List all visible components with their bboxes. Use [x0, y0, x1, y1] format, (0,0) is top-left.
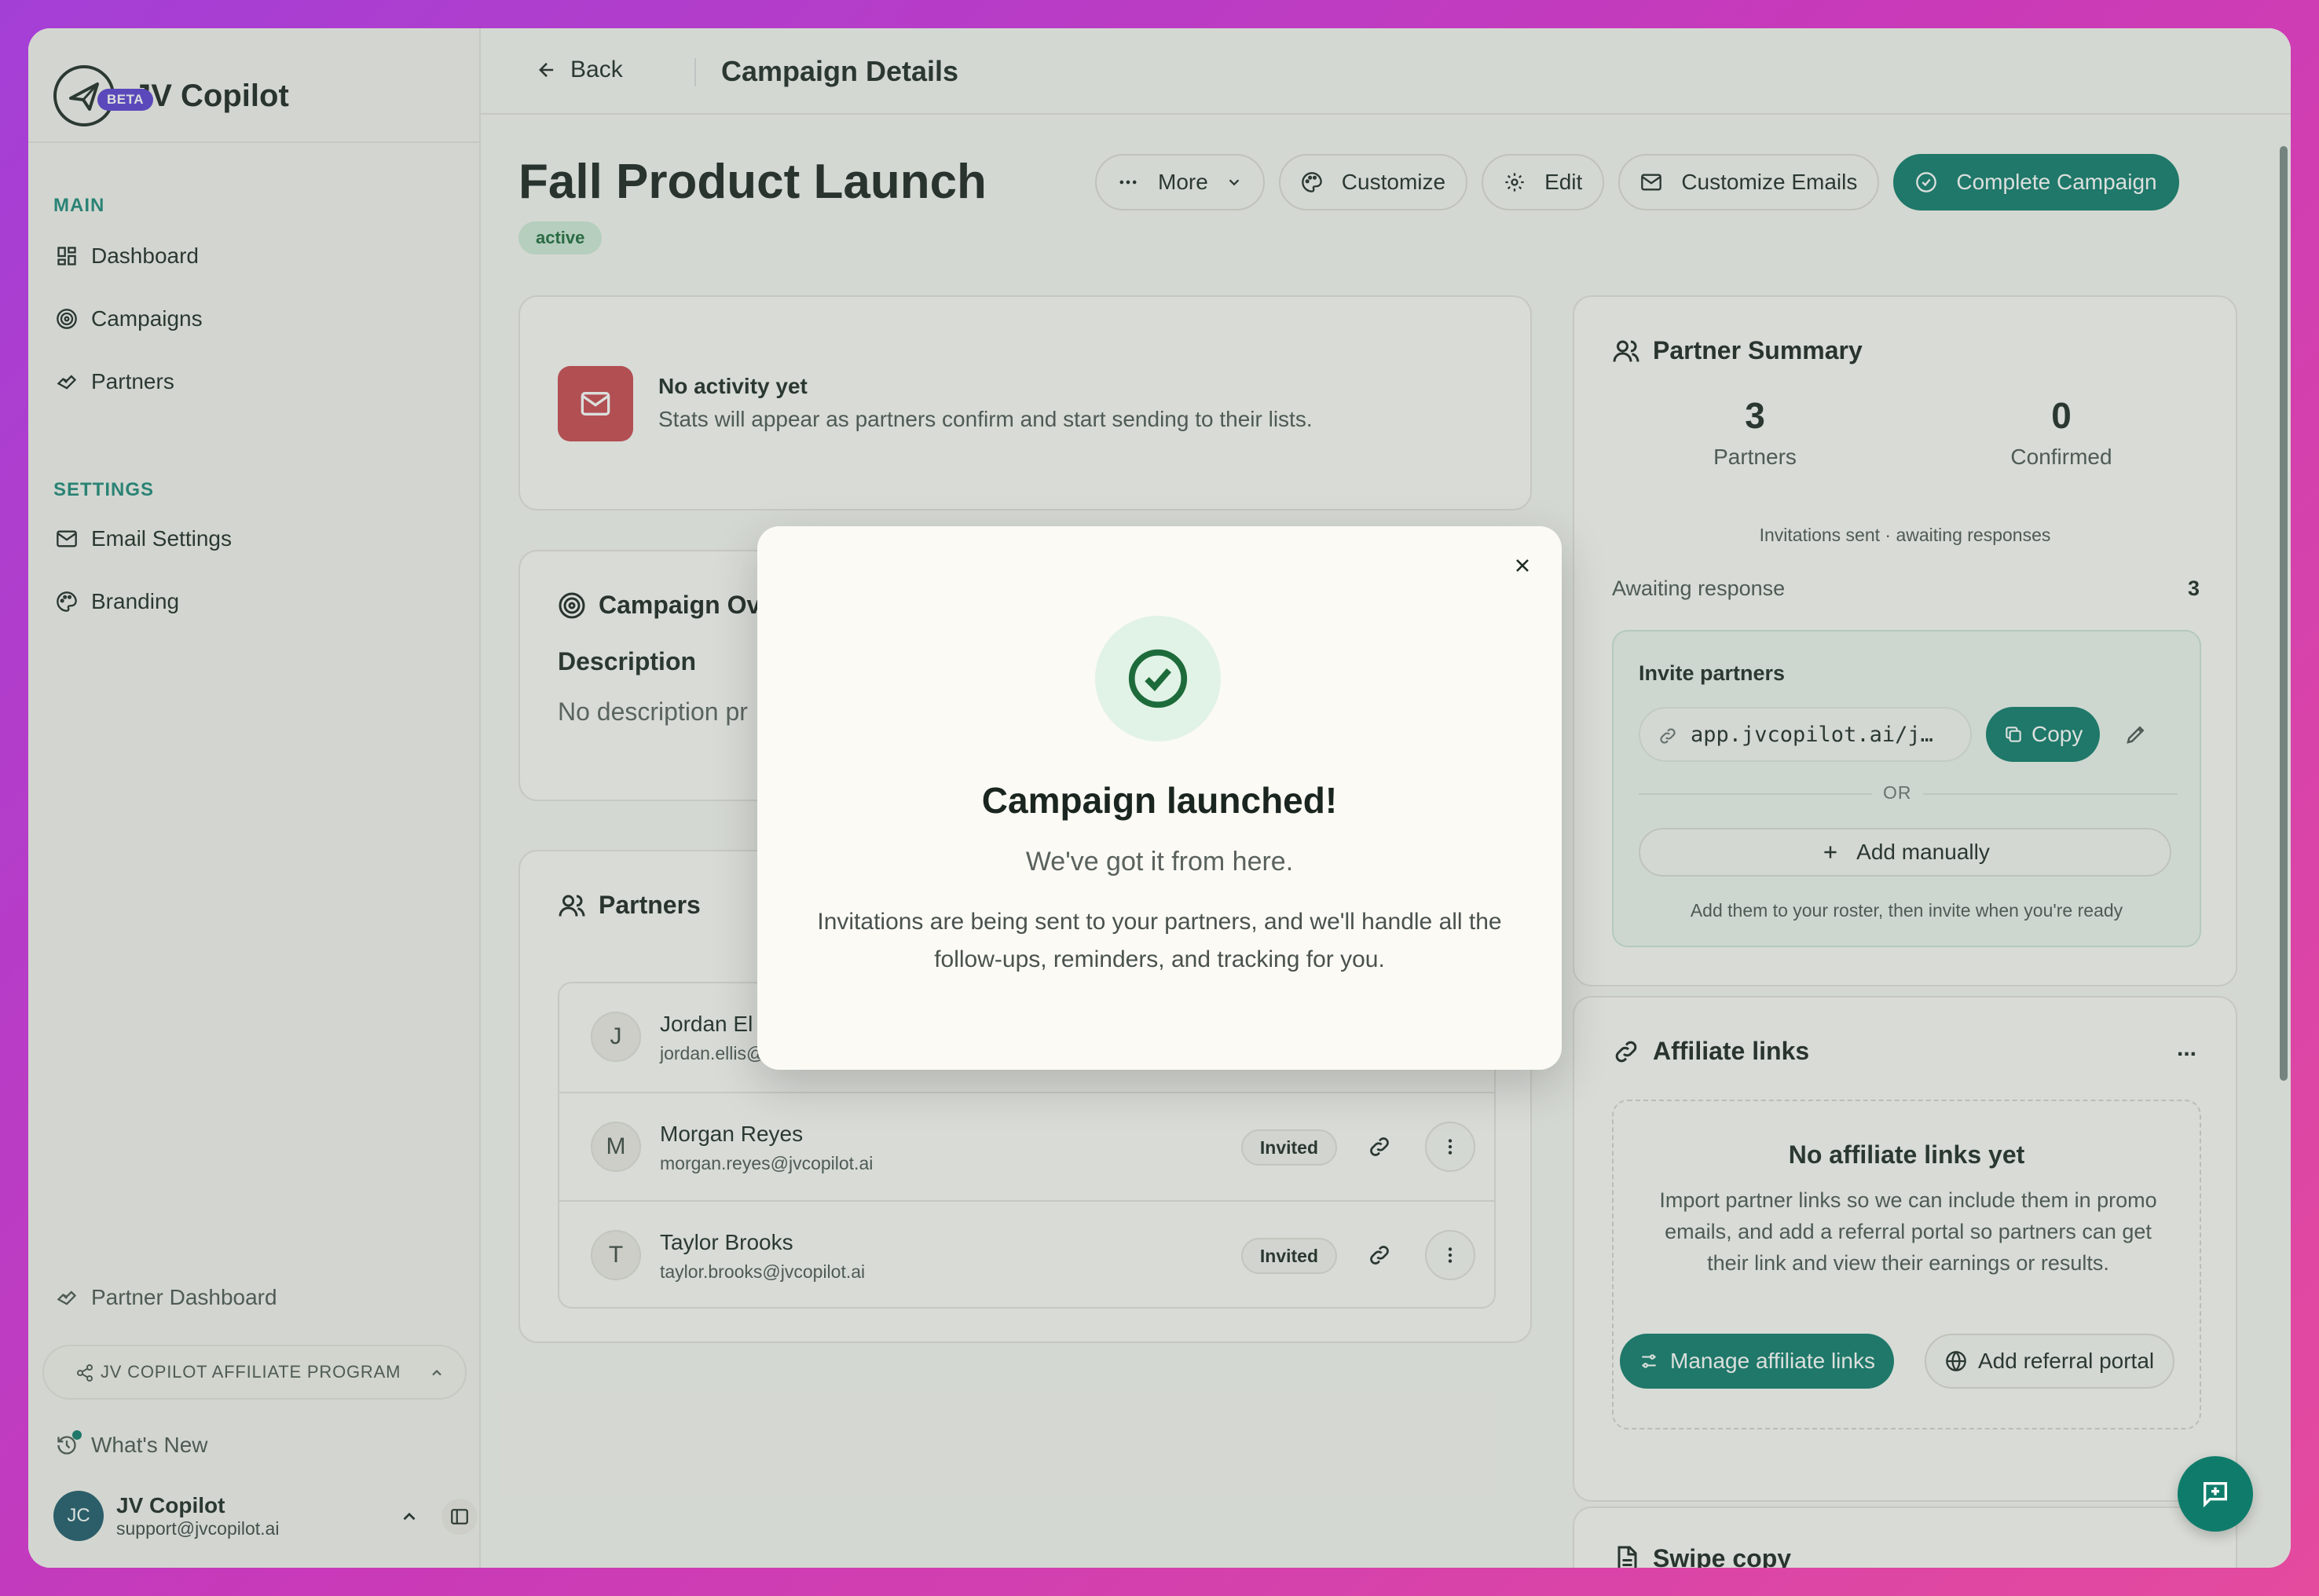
message-plus-icon: [2200, 1478, 2231, 1510]
app-window: BETA JV Copilot MAIN Dashboard Campaigns…: [28, 28, 2291, 1568]
close-icon: [1516, 559, 1529, 572]
success-icon: [1095, 616, 1221, 741]
dialog-body: Invitations are being sent to your partn…: [817, 909, 1502, 972]
chat-button[interactable]: [2178, 1456, 2253, 1532]
dialog-subtitle: We've got it from here.: [1025, 847, 1294, 877]
campaign-launched-dialog: Campaign launched! We've got it from her…: [757, 526, 1562, 1070]
close-button[interactable]: [1507, 550, 1538, 581]
dialog-title: Campaign launched!: [981, 780, 1338, 821]
